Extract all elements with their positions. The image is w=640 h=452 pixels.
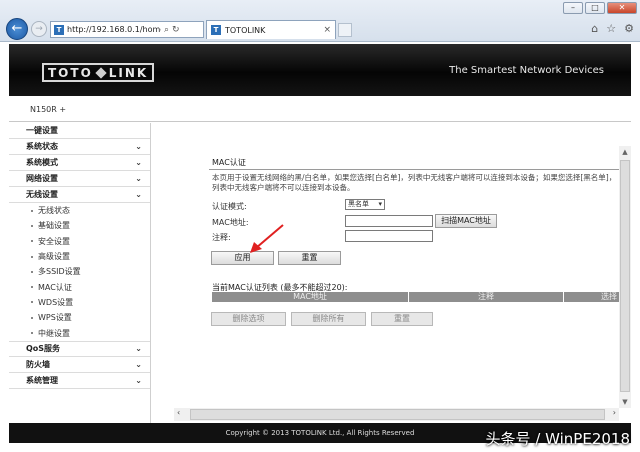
sidebar-item-system-status[interactable]: 系统状态 ⌄ <box>9 139 150 155</box>
auth-mode-select[interactable]: 黑名单 ▾ <box>345 199 385 210</box>
scroll-up-icon[interactable]: ▲ <box>619 148 631 156</box>
maximize-icon[interactable]: □ <box>585 2 605 14</box>
bullet-icon <box>31 224 33 227</box>
browser-chrome: – □ ✕ ← → T http://192.168.0.1/home.htm … <box>0 0 640 42</box>
bullet-icon <box>31 270 33 273</box>
forward-button[interactable]: → <box>31 21 47 37</box>
scroll-thumb[interactable] <box>620 160 630 392</box>
page-title: MAC认证 <box>212 158 246 167</box>
window-controls: – □ ✕ <box>563 2 637 14</box>
submenu-repeater[interactable]: 中继设置 <box>9 325 150 340</box>
chevron-down-icon: ⌄ <box>135 174 142 183</box>
chevron-down-icon: ⌄ <box>135 344 142 354</box>
totolink-logo: TOTO LINK <box>42 63 155 82</box>
bullet-icon <box>31 240 33 243</box>
chevron-down-icon: ⌄ <box>135 359 142 369</box>
bullet-icon <box>31 316 33 319</box>
minimize-icon[interactable]: – <box>563 2 583 14</box>
chevron-down-icon: ⌄ <box>135 375 142 385</box>
sidebar-item-system-admin[interactable]: 系统管理 ⌄ <box>9 373 150 389</box>
mac-address-label: MAC地址: <box>212 218 249 227</box>
chevron-down-icon: ⌄ <box>135 142 142 151</box>
watermark: 头条号 / WinPE2018 <box>485 430 630 448</box>
submenu-wps[interactable]: WPS设置 <box>9 310 150 325</box>
site-favicon-icon: T <box>54 24 64 35</box>
title-divider <box>209 169 619 170</box>
scan-mac-button[interactable]: 扫描MAC地址 <box>435 214 497 228</box>
search-icon[interactable]: ⌕ <box>164 25 169 35</box>
submenu-wds[interactable]: WDS设置 <box>9 295 150 310</box>
delete-selected-button[interactable]: 删除选项 <box>211 312 286 326</box>
favorites-star-icon[interactable]: ☆ <box>606 22 616 35</box>
sidebar-item-wireless[interactable]: 无线设置 ⌄ <box>9 187 150 203</box>
column-note: 注释 <box>409 292 564 302</box>
mac-address-input[interactable] <box>345 215 433 227</box>
submenu-multi-ssid[interactable]: 多SSID设置 <box>9 264 150 279</box>
vertical-scrollbar[interactable]: ▲ ▼ <box>619 146 631 408</box>
home-icon[interactable]: ⌂ <box>591 22 598 35</box>
chevron-down-icon: ⌄ <box>135 190 142 199</box>
note-label: 注释: <box>212 233 231 242</box>
submenu-mac-auth[interactable]: MAC认证 <box>9 279 150 294</box>
column-mac: MAC地址 <box>212 292 409 302</box>
reset-list-button[interactable]: 重置 <box>371 312 433 326</box>
device-model: N150R + <box>30 105 67 114</box>
red-arrow-annotation-icon <box>250 224 284 253</box>
sidebar-menu: 一键设置 系统状态 ⌄ 系统模式 ⌄ 网络设置 ⌄ 无线设置 ⌄ 无线状态 基础设置 安… <box>9 123 151 423</box>
sidebar-item-qos[interactable]: QoS服务 ⌄ <box>9 340 150 357</box>
reset-button[interactable]: 重置 <box>278 251 341 265</box>
sidebar-item-firewall[interactable]: 防火墙 ⌄ <box>9 357 150 373</box>
tab-totolink[interactable]: T TOTOLINK × <box>206 20 336 39</box>
refresh-icon[interactable]: ↻ <box>172 25 180 35</box>
address-bar[interactable]: T http://192.168.0.1/home.htm ⌕ ↻ <box>50 21 204 38</box>
auth-mode-label: 认证模式: <box>212 202 247 211</box>
content-panel <box>152 123 631 423</box>
mac-list-header: MAC地址 注释 选择 <box>212 292 619 302</box>
header-slogan: The Smartest Network Devices <box>449 65 604 76</box>
sidebar-item-quick-setup[interactable]: 一键设置 <box>9 123 150 139</box>
bullet-icon <box>31 286 33 289</box>
bullet-icon <box>31 209 33 212</box>
column-select: 选择 <box>601 292 617 301</box>
settings-gear-icon[interactable]: ⚙ <box>624 22 634 35</box>
sidebar-item-system-mode[interactable]: 系统模式 ⌄ <box>9 155 150 171</box>
submenu-security[interactable]: 安全设置 <box>9 234 150 249</box>
delete-all-button[interactable]: 删除所有 <box>291 312 366 326</box>
note-input[interactable] <box>345 230 433 242</box>
sidebar-item-network[interactable]: 网络设置 ⌄ <box>9 171 150 187</box>
bullet-icon <box>31 255 33 258</box>
router-header: TOTO LINK The Smartest Network Devices <box>9 44 631 96</box>
submenu-advanced[interactable]: 高级设置 <box>9 249 150 264</box>
page-description: 本页用于设置无线网络的黑/白名单，如果您选择[白名单]，列表中无线客户端将可以连… <box>212 173 617 192</box>
submenu-wireless-status[interactable]: 无线状态 <box>9 203 150 218</box>
header-divider <box>9 121 631 122</box>
close-window-icon[interactable]: ✕ <box>607 2 637 14</box>
new-tab-button[interactable] <box>338 23 352 37</box>
chevron-down-icon: ⌄ <box>135 158 142 167</box>
tab-close-icon[interactable]: × <box>323 25 331 35</box>
submenu-basic[interactable]: 基础设置 <box>9 218 150 233</box>
scroll-right-icon[interactable]: › <box>613 408 616 417</box>
bullet-icon <box>31 332 33 335</box>
url-text[interactable]: http://192.168.0.1/home.htm <box>67 25 161 34</box>
logo-diamond-icon <box>95 66 107 79</box>
scroll-down-icon[interactable]: ▼ <box>619 398 631 406</box>
horizontal-scrollbar[interactable]: ‹ › <box>174 408 619 421</box>
scroll-left-icon[interactable]: ‹ <box>177 408 180 417</box>
auth-mode-value: 黑名单 <box>348 200 369 208</box>
browser-tools: ⌂ ☆ ⚙ <box>591 22 634 35</box>
tab-title: TOTOLINK <box>225 25 266 35</box>
back-button[interactable]: ← <box>6 18 28 40</box>
bullet-icon <box>31 301 33 304</box>
chevron-down-icon: ▾ <box>378 200 382 208</box>
scroll-thumb[interactable] <box>190 409 605 420</box>
tab-favicon-icon: T <box>211 25 221 35</box>
